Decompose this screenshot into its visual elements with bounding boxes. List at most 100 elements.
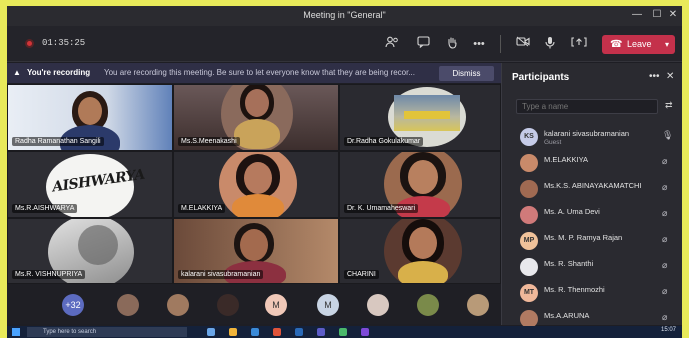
mic-icon[interactable] xyxy=(541,36,559,52)
participant-name: Ms. R. Thenmozhi xyxy=(544,285,605,294)
meeting-timer: 01:35:25 xyxy=(42,38,86,48)
banner-message: You are recording this meeting. Be sure … xyxy=(104,68,415,77)
attendee-avatar[interactable]: M xyxy=(317,294,339,316)
blurred-shape xyxy=(78,225,118,265)
mic-muted-icon: ⌀ xyxy=(662,260,668,270)
mic-muted-icon: ⌀ xyxy=(662,156,668,166)
video-tile[interactable]: AISHWARYA Ms.R.AISHWARYA xyxy=(7,151,173,218)
video-tile[interactable]: kalarani sivasubramanian xyxy=(173,218,339,284)
video-tile[interactable]: Radha Ramanathan Sangili xyxy=(7,84,173,151)
taskbar-clock: 15:07 xyxy=(660,327,676,333)
more-icon[interactable]: ••• xyxy=(470,36,488,52)
mic-muted-icon: ⌀ xyxy=(662,312,668,322)
warning-icon: ▲ xyxy=(13,68,21,77)
attendee-avatar[interactable] xyxy=(117,294,139,316)
leave-button[interactable]: ☎ Leave ▾ xyxy=(602,35,675,54)
share-icon[interactable] xyxy=(570,36,588,52)
participant-row[interactable]: M.ELAKKIYA ⌀ xyxy=(502,151,682,177)
windows-start-icon[interactable] xyxy=(12,328,20,336)
attendee-avatar[interactable] xyxy=(467,294,489,316)
participant-name-label: Ms.S.Meenakashi xyxy=(178,137,240,146)
word-icon[interactable] xyxy=(295,328,303,336)
dismiss-button[interactable]: Dismiss xyxy=(439,66,494,81)
teams-window: Meeting in "General" — ☐ ✕ 01:35:25 ••• … xyxy=(7,6,682,333)
mic-muted-icon: ⌀ xyxy=(662,208,668,218)
banner-title: You're recording xyxy=(27,68,91,77)
avatar xyxy=(520,154,538,172)
video-tile[interactable]: Ms.S.Meenakashi xyxy=(173,84,339,151)
avatar: KS xyxy=(520,128,538,146)
attendee-avatar[interactable] xyxy=(167,294,189,316)
mic-muted-icon: ⌀ xyxy=(662,182,668,192)
participant-role: Guest xyxy=(544,139,562,146)
browser-icon[interactable] xyxy=(251,328,259,336)
participant-row[interactable]: Ms.K.S. ABINAYAKAMATCHI ⌀ xyxy=(502,177,682,203)
raise-hand-icon[interactable] xyxy=(443,36,461,52)
participant-row[interactable]: Ms. R. Shanthi ⌀ xyxy=(502,255,682,281)
participant-name-label: CHARINI xyxy=(344,270,379,279)
avatar: MP xyxy=(520,232,538,250)
attendee-avatar[interactable] xyxy=(367,294,389,316)
leave-label: Leave xyxy=(627,39,652,49)
participant-search-input[interactable] xyxy=(516,99,658,114)
video-grid: Radha Ramanathan Sangili Ms.S.Meenakashi… xyxy=(7,84,501,284)
participant-name: kalarani sivasubramanian xyxy=(544,129,630,138)
app-icon[interactable] xyxy=(273,328,281,336)
video-tile[interactable]: M.ELAKKIYA xyxy=(173,151,339,218)
participants-icon[interactable] xyxy=(383,36,401,52)
person-face xyxy=(245,89,269,117)
avatar: MT xyxy=(520,284,538,302)
person-body xyxy=(232,194,284,217)
participant-name-label: Radha Ramanathan Sangili xyxy=(12,137,104,146)
taskview-icon[interactable] xyxy=(207,328,215,336)
taskbar: Type here to search 15:07 xyxy=(7,326,682,338)
participants-panel: Participants ••• ✕ ⇄ KS kalarani sivasub… xyxy=(501,63,682,328)
video-tile[interactable]: Dr.Radha Gokulakumar xyxy=(339,84,501,151)
window-title: Meeting in "General" xyxy=(303,10,386,20)
mic-muted-icon: ⌀ xyxy=(662,286,668,296)
overflow-count-badge[interactable]: +32 xyxy=(62,294,84,316)
video-tile[interactable]: Dr. K. Umamaheswari xyxy=(339,151,501,218)
attendee-avatar[interactable]: M xyxy=(265,294,287,316)
participant-name: Ms. A. Uma Devi xyxy=(544,207,600,216)
minimize-icon[interactable]: — xyxy=(628,9,646,20)
participant-name-label: Dr. K. Umamaheswari xyxy=(344,204,419,213)
participant-row[interactable]: MP Ms. M. P. Ramya Rajan ⌀ xyxy=(502,229,682,255)
participant-row[interactable]: KS kalarani sivasubramanian Guest 🎙 xyxy=(502,125,682,151)
folder-icon[interactable] xyxy=(229,328,237,336)
meeting-toolbar: 01:35:25 ••• ☎ Leave ▾ xyxy=(7,26,682,62)
mic-muted-icon: ⌀ xyxy=(662,234,668,244)
recording-icon xyxy=(25,39,34,48)
recording-banner: ▲ You're recording You are recording thi… xyxy=(7,63,501,83)
mic-icon: 🎙 xyxy=(662,130,674,140)
participant-name: Ms.K.S. ABINAYAKAMATCHI xyxy=(544,181,642,190)
close-icon[interactable]: ✕ xyxy=(664,9,682,20)
more-icon[interactable]: ••• xyxy=(649,71,660,82)
avatar xyxy=(520,258,538,276)
participant-name-label: M.ELAKKIYA xyxy=(178,204,226,213)
avatar xyxy=(520,180,538,198)
person-face xyxy=(409,227,437,259)
app-icon[interactable] xyxy=(361,328,369,336)
panel-title: Participants xyxy=(512,72,570,83)
chat-icon[interactable] xyxy=(414,36,432,52)
share-participants-icon[interactable]: ⇄ xyxy=(665,100,673,111)
attendee-strip: +32 M M xyxy=(7,284,501,324)
close-icon[interactable]: ✕ xyxy=(666,71,674,82)
attendee-avatar[interactable] xyxy=(217,294,239,316)
video-tile[interactable]: CHARINI xyxy=(339,218,501,284)
participant-name: M.ELAKKIYA xyxy=(544,155,589,164)
participant-name-label: kalarani sivasubramanian xyxy=(178,270,264,279)
app-icon[interactable] xyxy=(339,328,347,336)
participant-row[interactable]: MT Ms. R. Thenmozhi ⌀ xyxy=(502,281,682,307)
taskbar-search-input[interactable]: Type here to search xyxy=(27,327,187,337)
participant-name-label: Dr.Radha Gokulakumar xyxy=(344,137,424,146)
attendee-avatar[interactable] xyxy=(417,294,439,316)
video-tile[interactable]: Ms.R. VISHNUPRIYA xyxy=(7,218,173,284)
teams-icon[interactable] xyxy=(317,328,325,336)
camera-icon[interactable] xyxy=(514,36,532,52)
participant-name-label: Ms.R. VISHNUPRIYA xyxy=(12,270,86,279)
chevron-down-icon[interactable]: ▾ xyxy=(665,35,669,54)
participant-row[interactable]: Ms. A. Uma Devi ⌀ xyxy=(502,203,682,229)
title-bar: Meeting in "General" — ☐ ✕ xyxy=(7,6,682,26)
